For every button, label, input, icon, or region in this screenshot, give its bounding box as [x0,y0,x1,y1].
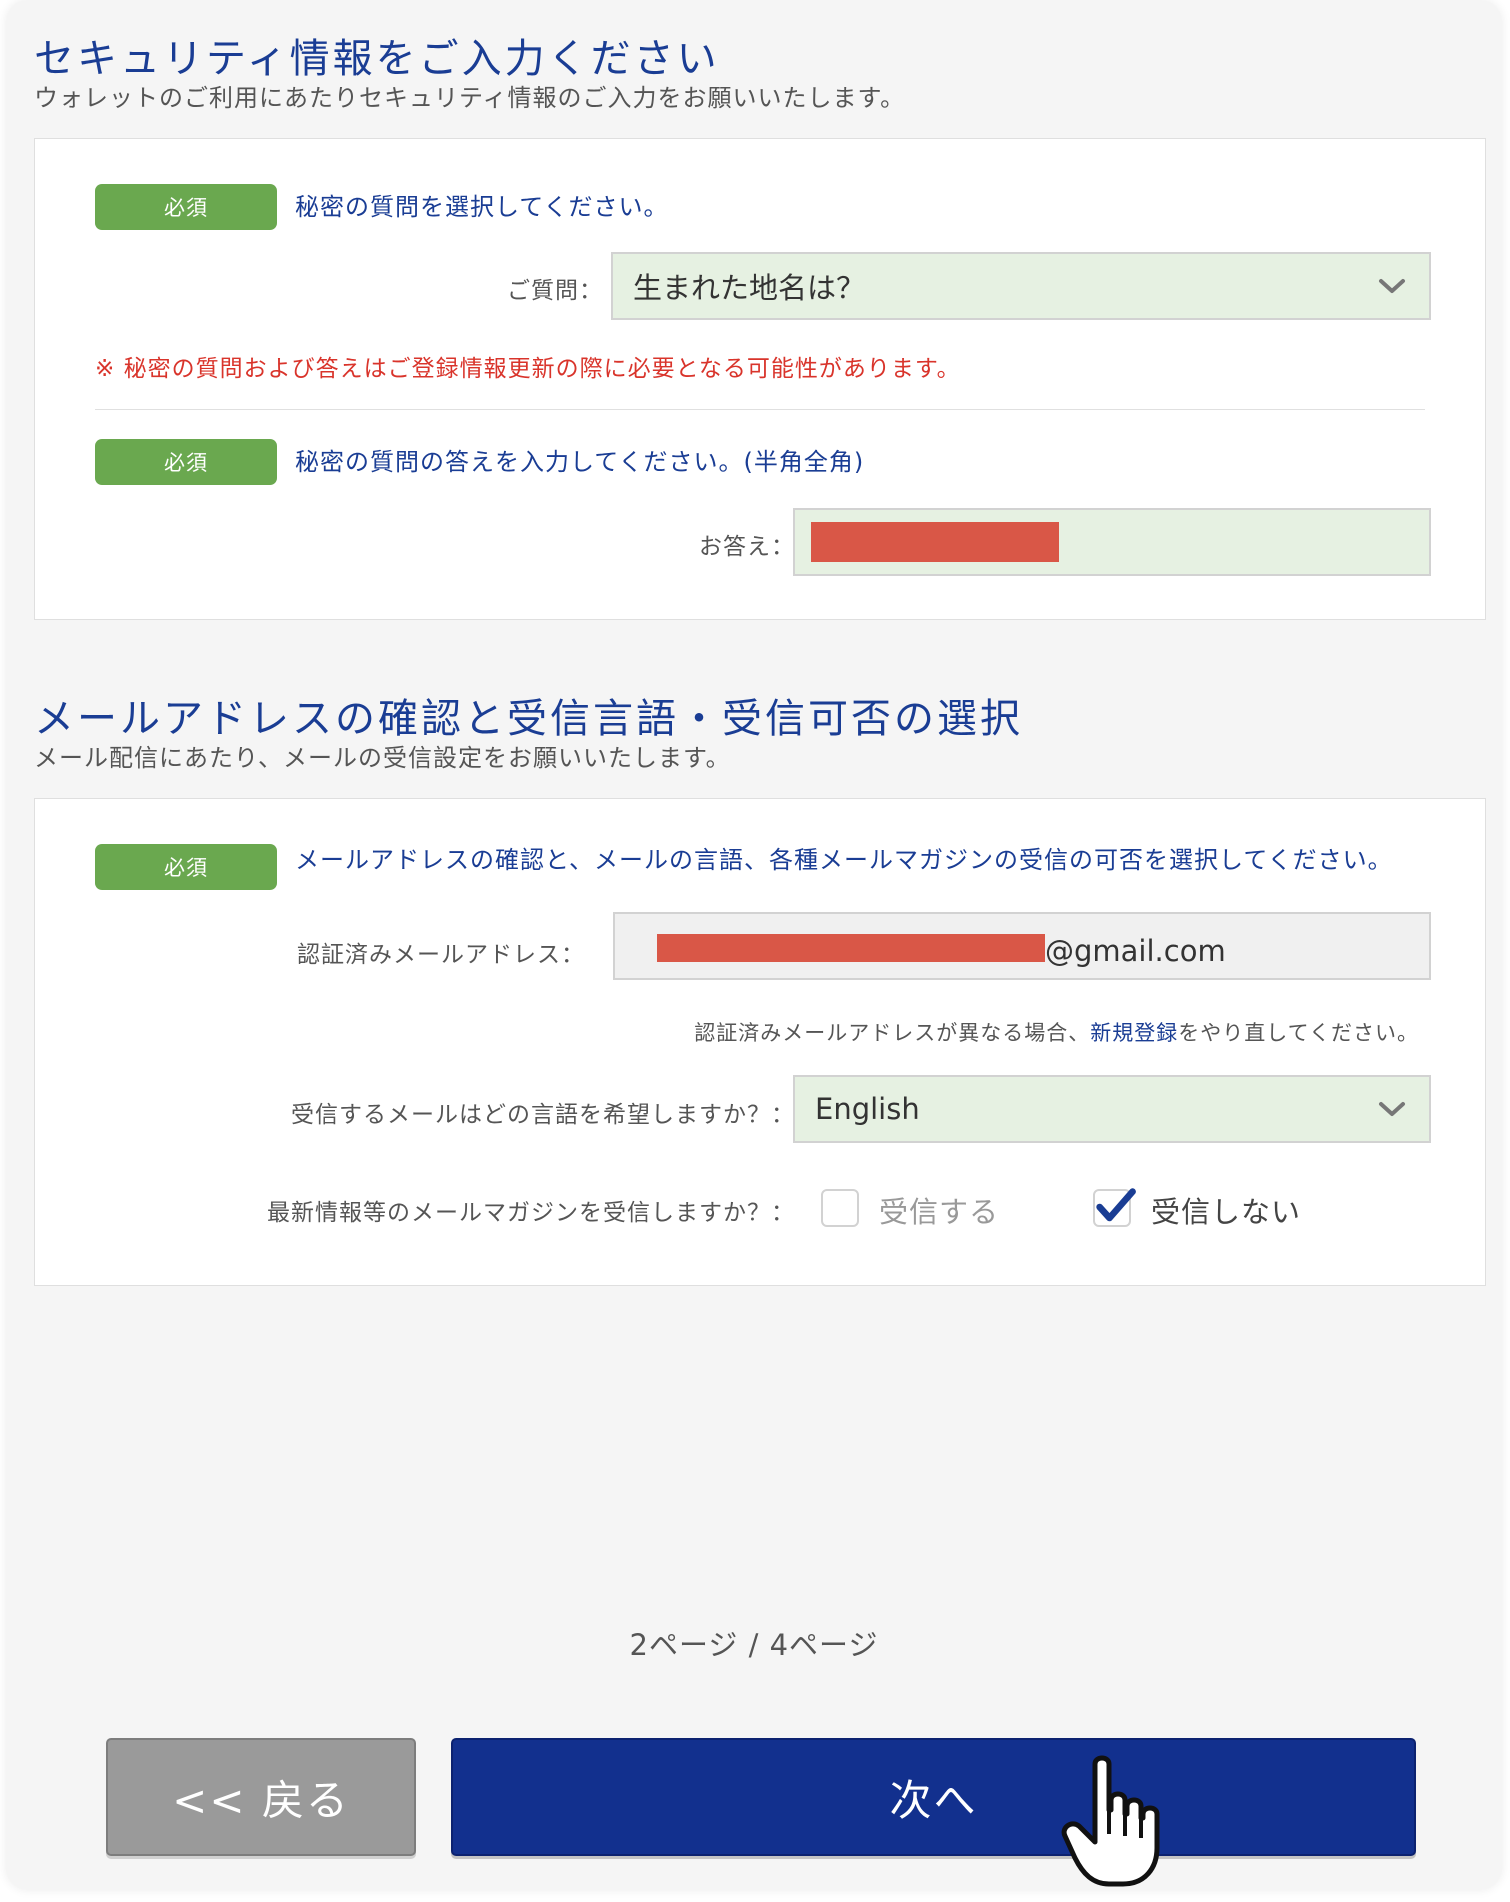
chevron-down-icon [1379,1102,1405,1116]
mail-section-subtitle: メール配信にあたり、メールの受信設定をお願いいたします。 [34,744,731,772]
redacted-email [657,934,1045,962]
hand-pointer-icon [1061,1755,1160,1887]
question-instruction: 秘密の質問を選択してください。 [295,193,669,221]
checkmark-icon [1096,1188,1136,1222]
opt-out-checkbox[interactable] [1093,1188,1136,1227]
magazine-label: 最新情報等のメールマガジンを受信しますか？： [267,1200,795,1226]
verified-email-field: @gmail.com [613,912,1431,980]
opt-in-label[interactable]: 受信する [879,1189,999,1231]
warning-note: ※ 秘密の質問および答えはご登録情報更新の際に必要となる可能性があります。 [95,356,961,382]
new-registration-link[interactable]: 新規登録 [1090,1021,1178,1045]
page-indicator: 2ページ / 4ページ [629,1628,879,1662]
mail-instruction: メールアドレスの確認と、メールの言語、各種メールマガジンの受信の可否を選択してく… [295,846,1393,874]
divider [95,409,1425,410]
mail-card: 必須 メールアドレスの確認と、メールの言語、各種メールマガジンの受信の可否を選択… [34,798,1486,1286]
registration-panel: セキュリティ情報をご入力ください ウォレットのご利用にあたりセキュリティ情報のご… [6,0,1502,1890]
required-badge: 必須 [95,439,277,485]
security-section-title: セキュリティ情報をご入力ください [34,36,720,82]
question-label: ご質問： [507,278,603,304]
redacted-answer [811,522,1059,562]
email-help-text: 認証済みメールアドレスが異なる場合、新規登録をやり直してください。 [694,1017,1419,1047]
chevron-down-icon [1379,279,1405,293]
help-prefix: 認証済みメールアドレスが異なる場合、 [694,1021,1091,1045]
required-badge: 必須 [95,184,277,230]
language-label: 受信するメールはどの言語を希望しますか？： [291,1102,795,1128]
required-badge: 必須 [95,844,277,890]
email-label: 認証済みメールアドレス： [297,942,585,968]
secret-question-select[interactable]: 生まれた地名は？ [611,252,1431,320]
security-card: 必須 秘密の質問を選択してください。 ご質問： 生まれた地名は？ ※ 秘密の質問… [34,138,1486,620]
email-domain: @gmail.com [1045,934,1226,968]
secret-question-value: 生まれた地名は？ [633,271,866,305]
security-section-subtitle: ウォレットのご利用にあたりセキュリティ情報のご入力をお願いいたします。 [34,84,906,112]
language-value: English [815,1092,920,1126]
answer-instruction: 秘密の質問の答えを入力してください。(半角全角) [295,448,865,476]
mail-section-title: メールアドレスの確認と受信言語・受信可否の選択 [34,696,1023,742]
language-select[interactable]: English [793,1075,1431,1143]
opt-out-label[interactable]: 受信しない [1151,1189,1301,1231]
answer-label: お答え： [699,534,795,560]
help-suffix: をやり直してください。 [1178,1021,1419,1045]
opt-in-checkbox[interactable] [821,1189,859,1227]
next-button[interactable]: 次へ [451,1738,1416,1856]
back-button[interactable]: << 戻る [106,1738,416,1856]
secret-answer-input[interactable] [793,508,1431,576]
